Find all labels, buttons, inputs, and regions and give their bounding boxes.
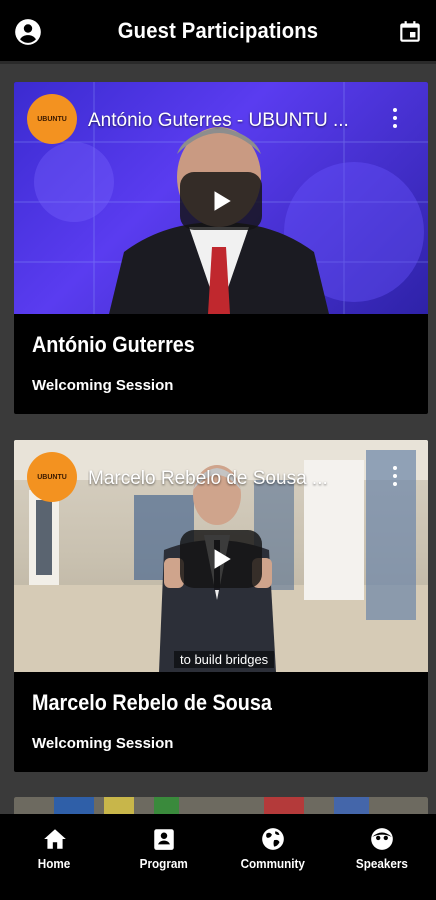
session-name: Welcoming Session <box>32 735 174 752</box>
more-options-icon[interactable] <box>392 108 398 132</box>
session-name: Welcoming Session <box>32 377 174 394</box>
speaker-name: António Guterres <box>32 332 195 357</box>
video-caption: to build bridges <box>174 651 275 668</box>
globe-icon <box>261 828 284 850</box>
nav-home[interactable]: Home <box>5 826 105 871</box>
channel-logo[interactable]: UBUNTU <box>27 452 77 502</box>
speaker-name: Marcelo Rebelo de Sousa <box>32 690 272 715</box>
calendar-button[interactable] <box>394 16 426 48</box>
nav-speakers-label: Speakers <box>355 856 408 871</box>
bottom-navigation: Home Program Community Speakers <box>0 814 436 900</box>
program-icon <box>153 829 174 850</box>
participation-card[interactable] <box>14 797 428 814</box>
more-options-icon[interactable] <box>392 466 398 490</box>
play-icon <box>214 549 231 569</box>
channel-logo[interactable]: UBUNTU <box>27 94 77 144</box>
play-button[interactable] <box>180 172 262 230</box>
nav-program[interactable]: Program <box>114 826 214 871</box>
video-thumbnail <box>14 797 428 814</box>
nav-community-label: Community <box>240 856 305 871</box>
home-icon <box>43 829 66 849</box>
page-title: Guest Participations <box>117 17 319 43</box>
account-circle-icon <box>15 19 41 45</box>
participation-card[interactable]: UBUNTU Marcelo Rebelo de Sousa ... to bu… <box>14 440 428 772</box>
play-button[interactable] <box>180 530 262 588</box>
video-player[interactable]: UBUNTU António Guterres - UBUNTU ... <box>14 82 428 314</box>
play-icon <box>214 191 231 211</box>
video-player[interactable]: UBUNTU Marcelo Rebelo de Sousa ... to bu… <box>14 440 428 672</box>
nav-program-label: Program <box>139 856 188 871</box>
nav-home-label: Home <box>38 856 71 871</box>
account-button[interactable] <box>12 16 44 48</box>
participation-card[interactable]: UBUNTU António Guterres - UBUNTU ... Ant… <box>14 82 428 414</box>
calendar-icon <box>400 21 420 42</box>
app-header: Guest Participations <box>0 0 436 64</box>
video-title[interactable]: Marcelo Rebelo de Sousa ... <box>88 468 368 490</box>
speakers-icon <box>370 828 393 850</box>
nav-community[interactable]: Community <box>223 826 323 871</box>
participations-feed[interactable]: UBUNTU António Guterres - UBUNTU ... Ant… <box>0 64 436 814</box>
nav-speakers[interactable]: Speakers <box>332 826 432 871</box>
video-title[interactable]: António Guterres - UBUNTU ... <box>88 110 368 132</box>
